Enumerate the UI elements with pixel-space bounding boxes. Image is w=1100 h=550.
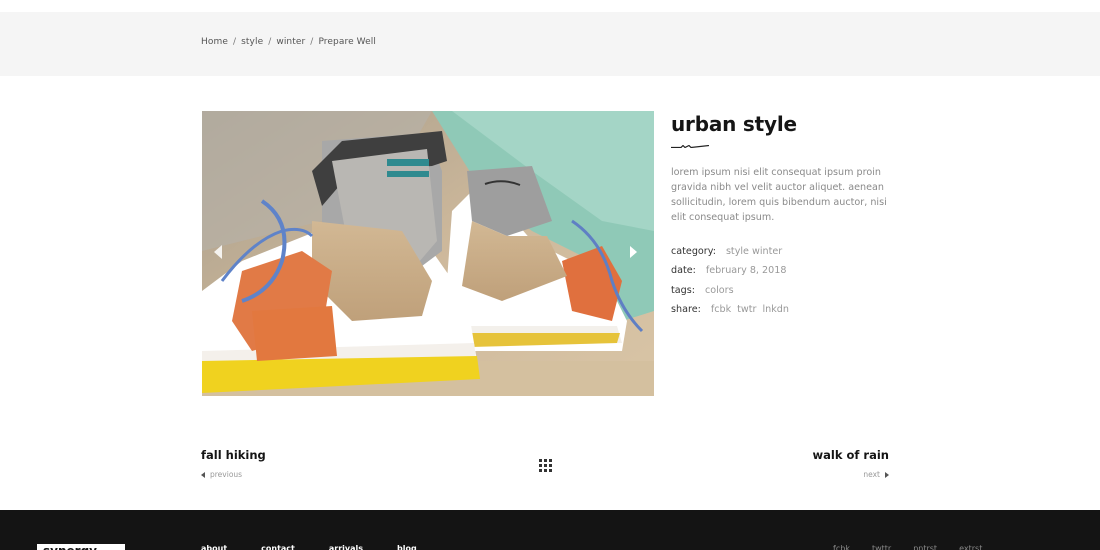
meta-date-label: date: [671, 265, 696, 276]
breadcrumb-separator: / [268, 37, 272, 47]
meta-date-value: february 8, 2018 [705, 265, 787, 276]
footer-social-extra[interactable]: extrst [959, 544, 982, 550]
meta-share-label: share: [671, 304, 701, 315]
footer-nav-contact[interactable]: contact [261, 544, 295, 550]
previous-post-link[interactable]: previous [201, 470, 242, 479]
grid-dot [549, 469, 552, 472]
grid-icon[interactable] [539, 459, 552, 472]
breadcrumb-style[interactable]: style [241, 37, 263, 47]
grid-dot [544, 464, 547, 467]
breadcrumb-home[interactable]: Home [201, 37, 228, 47]
footer: synergy about contact arrivals blog fcbk twt… [0, 510, 1100, 550]
footer-logo[interactable]: synergy [37, 544, 125, 550]
next-label: next [863, 470, 880, 479]
grid-dot [549, 459, 552, 462]
breadcrumb-bar: Home / style / winter / Prepare Well [0, 12, 1100, 76]
footer-nav: about contact arrivals blog [201, 544, 451, 550]
chevron-right-icon[interactable] [630, 246, 637, 258]
grid-dot [539, 464, 542, 467]
caret-right-icon [885, 472, 889, 478]
meta-share: share: fcbk twtr lnkdn [671, 304, 795, 315]
product-image [202, 111, 654, 396]
share-linkedin-link[interactable]: lnkdn [762, 304, 788, 315]
meta-category-label: category: [671, 246, 716, 257]
share-facebook-link[interactable]: fcbk [711, 304, 731, 315]
chevron-left-icon[interactable] [214, 245, 222, 259]
grid-dot [549, 464, 552, 467]
share-twitter-link[interactable]: twtr [737, 304, 756, 315]
product-title: urban style [671, 112, 797, 136]
meta-date: date: february 8, 2018 [671, 265, 786, 276]
meta-tags-value[interactable]: colors [705, 285, 734, 296]
grid-dot [544, 459, 547, 462]
caret-left-icon [201, 472, 205, 478]
next-post-title[interactable]: walk of rain [813, 448, 889, 462]
breadcrumb-current: Prepare Well [318, 37, 376, 47]
meta-tags-label: tags: [671, 285, 695, 296]
grid-dot [539, 459, 542, 462]
footer-nav-arrivals[interactable]: arrivals [329, 544, 363, 550]
footer-social: fcbk twttr pntrst extrst [833, 544, 1004, 550]
meta-category-value[interactable]: style winter [726, 246, 782, 257]
meta-tags: tags: colors [671, 285, 734, 296]
product-description: lorem ipsum nisi elit consequat ipsum pr… [671, 167, 887, 223]
grid-dot [544, 469, 547, 472]
breadcrumb-separator: / [232, 37, 237, 47]
previous-label: previous [210, 470, 243, 479]
previous-post-title[interactable]: fall hiking [201, 448, 266, 462]
product-image-gallery[interactable] [202, 111, 654, 396]
title-divider [671, 145, 709, 148]
next-post-link[interactable]: next [863, 470, 889, 479]
breadcrumb-winter[interactable]: winter [276, 37, 305, 47]
footer-nav-blog[interactable]: blog [397, 544, 417, 550]
footer-nav-about[interactable]: about [201, 544, 227, 550]
footer-social-pinterest[interactable]: pntrst [913, 544, 937, 550]
breadcrumb-separator: / [310, 37, 314, 47]
grid-dot [539, 469, 542, 472]
breadcrumb: Home / style / winter / Prepare Well [201, 37, 376, 47]
meta-category: category: style winter [671, 246, 782, 257]
footer-social-twitter[interactable]: twttr [872, 544, 891, 550]
footer-social-facebook[interactable]: fcbk [833, 544, 850, 550]
